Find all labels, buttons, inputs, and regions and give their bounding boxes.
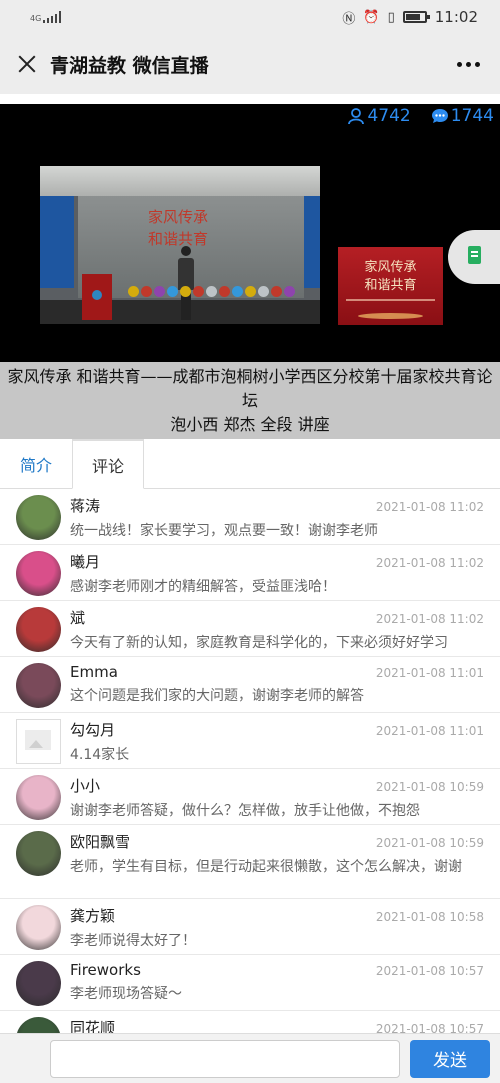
comment-time: 2021-01-08 10:58 — [375, 910, 484, 924]
document-button[interactable] — [448, 230, 500, 284]
avatar[interactable] — [16, 961, 61, 1006]
tab-bar: 简介 评论 — [0, 439, 500, 489]
comment-list[interactable]: 蒋涛 2021-01-08 11:02 统一战线！家长要学习，观点要一致！谢谢李老师… — [0, 489, 500, 1038]
chat-bubble-icon — [431, 109, 448, 123]
comment-time: 2021-01-08 10:59 — [375, 836, 484, 850]
comment-time: 2021-01-08 10:59 — [375, 780, 484, 794]
comment-item: 勾勾月 2021-01-08 11:01 4.14家长 — [0, 713, 500, 769]
comment-item: Fireworks 2021-01-08 10:57 李老师现场答疑～ — [0, 955, 500, 1011]
vibrate-icon: ▯ — [387, 9, 395, 25]
podium — [82, 274, 112, 320]
status-bar: 4G Ⓝ ⏰ ▯ 11:02 — [0, 0, 500, 34]
viewer-count: 4742 — [347, 106, 411, 126]
more-icon[interactable] — [457, 62, 480, 67]
comment-input-bar: 发送 — [0, 1033, 500, 1083]
comment-time: 2021-01-08 11:02 — [375, 500, 484, 514]
avatar[interactable] — [16, 719, 61, 764]
comment-author: 曦月 — [70, 553, 101, 571]
battery-fill — [405, 14, 421, 20]
comment-count: 1744 — [431, 106, 494, 126]
send-button[interactable]: 发送 — [410, 1039, 490, 1078]
comment-text: 李老师说得太好了！ — [70, 933, 196, 949]
comment-time: 2021-01-08 11:01 — [375, 724, 484, 738]
network-label: 4G — [30, 14, 42, 23]
comment-item: 欧阳飘雪 2021-01-08 10:59 老师，学生有目标，但是行动起来很懒散，这… — [0, 825, 500, 899]
comment-text: 这个问题是我们家的大问题，谢谢李老师的解答 — [70, 688, 364, 704]
live-video[interactable]: 4742 1744 家风传承 和谐共育 家风传承 和谐共育 — [0, 104, 500, 362]
comment-author: 蒋涛 — [70, 497, 101, 515]
avatar[interactable] — [16, 775, 61, 820]
comment-text: 老师，学生有目标，但是行动起来很懒散，这个怎么解决，谢谢 — [70, 859, 462, 875]
comment-time: 2021-01-08 11:02 — [375, 612, 484, 626]
avatar[interactable] — [16, 495, 61, 540]
balloons — [128, 286, 295, 297]
comment-author: 欧阳飘雪 — [70, 833, 131, 851]
nfc-icon: Ⓝ — [342, 11, 356, 27]
comment-item: Emma 2021-01-08 11:01 这个问题是我们家的大问题，谢谢李老师的解… — [0, 657, 500, 713]
live-caption: 家风传承 和谐共育——成都市泡桐树小学西区分校第十届家校共育论坛 泡小西 郑杰 … — [0, 362, 500, 439]
signal-bars-icon — [43, 11, 62, 23]
tab-comments[interactable]: 评论 — [72, 439, 144, 489]
slide-thumbnail[interactable]: 家风传承 和谐共育 — [338, 247, 443, 325]
caption-subtitle: 泡小西 郑杰 全段 讲座 — [170, 415, 330, 434]
caption-title: 家风传承 和谐共育——成都市泡桐树小学西区分校第十届家校共育论坛 — [7, 367, 493, 410]
comment-author: Emma — [70, 663, 118, 681]
alarm-icon: ⏰ — [363, 9, 380, 25]
comment-time: 2021-01-08 11:02 — [375, 556, 484, 570]
screen-line-1: 家风传承 — [148, 208, 209, 226]
comment-text: 4.14家长 — [70, 747, 130, 763]
comment-text: 今天有了新的认知，家庭教育是科学化的，下来必须好好学习 — [70, 635, 448, 651]
comment-time: 2021-01-08 11:01 — [375, 666, 484, 680]
tab-intro[interactable]: 简介 — [0, 439, 72, 489]
speaker-figure — [178, 246, 194, 320]
comment-item: 龚方颖 2021-01-08 10:58 李老师说得太好了！ — [0, 899, 500, 955]
comment-text: 谢谢李老师答疑，做什么？怎样做，放手让他做，不抱怨 — [70, 803, 420, 819]
comment-count-value: 1744 — [450, 106, 494, 126]
viewer-count-value: 4742 — [367, 106, 411, 126]
avatar[interactable] — [16, 663, 61, 708]
comment-author: Fireworks — [70, 961, 141, 979]
thumb-line-1: 家风传承 — [364, 260, 417, 275]
close-icon[interactable] — [18, 55, 36, 73]
live-stats: 4742 1744 — [347, 106, 494, 126]
spacer — [0, 94, 500, 104]
avatar[interactable] — [16, 551, 61, 596]
thumb-line-2: 和谐共育 — [364, 278, 417, 293]
document-icon — [468, 246, 481, 264]
stage-scene: 家风传承 和谐共育 — [40, 166, 320, 324]
comment-item: 小小 2021-01-08 10:59 谢谢李老师答疑，做什么？怎样做，放手让他做，… — [0, 769, 500, 825]
comment-item: 斌 2021-01-08 11:02 今天有了新的认知，家庭教育是科学化的，下来必须… — [0, 601, 500, 657]
comment-author: 勾勾月 — [70, 721, 116, 739]
comment-author: 龚方颖 — [70, 907, 116, 925]
clock: 11:02 — [434, 8, 478, 26]
signal-indicator: 4G — [30, 11, 62, 23]
battery-icon — [402, 11, 430, 23]
comment-author: 斌 — [70, 609, 86, 627]
avatar[interactable] — [16, 831, 61, 876]
person-icon — [348, 108, 365, 125]
comment-text: 感谢李老师刚才的精细解答，受益匪浅哈！ — [70, 579, 336, 595]
comment-text: 统一战线！家长要学习，观点要一致！谢谢李老师 — [70, 523, 378, 539]
comment-author: 小小 — [70, 777, 101, 795]
comment-input[interactable] — [50, 1039, 400, 1078]
comment-text: 李老师现场答疑～ — [70, 986, 182, 1002]
title-bar: 青湖益教 微信直播 — [0, 34, 500, 94]
comment-item: 曦月 2021-01-08 11:02 感谢李老师刚才的精细解答，受益匪浅哈！ — [0, 545, 500, 601]
avatar[interactable] — [16, 905, 61, 950]
comment-item: 蒋涛 2021-01-08 11:02 统一战线！家长要学习，观点要一致！谢谢李老师 — [0, 489, 500, 545]
page-title: 青湖益教 微信直播 — [50, 54, 209, 77]
comment-time: 2021-01-08 10:57 — [375, 964, 484, 978]
avatar[interactable] — [16, 607, 61, 652]
